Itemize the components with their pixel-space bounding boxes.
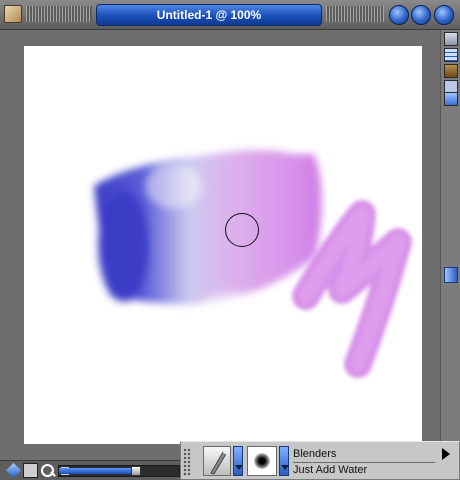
- zoom-icon[interactable]: [40, 463, 55, 478]
- grid-icon[interactable]: [444, 48, 458, 62]
- brush-selector-bar: Blenders Just Add Water: [180, 441, 460, 480]
- panel-divider: [293, 462, 435, 463]
- zoom-slider[interactable]: [58, 465, 180, 477]
- layers-icon[interactable]: [444, 64, 458, 78]
- minimize-icon[interactable]: [389, 5, 409, 25]
- brush-category-label[interactable]: Blenders: [293, 448, 336, 460]
- zoom-slider-fill: [59, 468, 134, 474]
- maximize-icon[interactable]: [411, 5, 431, 25]
- category-dropdown[interactable]: [233, 446, 243, 476]
- drawing-canvas[interactable]: [24, 46, 422, 444]
- app-icon[interactable]: [4, 5, 22, 23]
- scroll-thumb[interactable]: [444, 267, 458, 283]
- scroll-up-icon[interactable]: [444, 92, 458, 106]
- brush-strokes: [94, 150, 412, 378]
- brush-variant-icon[interactable]: [247, 446, 277, 476]
- variant-dropdown[interactable]: [279, 446, 289, 476]
- title-grip-left: [26, 6, 92, 22]
- expand-arrow-icon[interactable]: [442, 448, 450, 460]
- brush-variant-label[interactable]: Just Add Water: [293, 464, 367, 476]
- right-toolbar: [440, 30, 460, 460]
- layer-adjuster-icon[interactable]: [5, 462, 22, 479]
- title-bar[interactable]: Untitled-1 @ 100%: [0, 0, 460, 30]
- brush-category-icon[interactable]: [203, 446, 231, 476]
- zoom-slider-knob[interactable]: [131, 466, 141, 476]
- close-icon[interactable]: [434, 5, 454, 25]
- window-title: Untitled-1 @ 100%: [96, 4, 322, 26]
- page-icon[interactable]: [444, 32, 458, 46]
- brush-cursor: [225, 213, 259, 247]
- panel-grip[interactable]: [183, 448, 191, 476]
- title-grip-right: [326, 6, 384, 22]
- grabber-icon[interactable]: [23, 463, 38, 478]
- canvas-frame: [0, 30, 440, 460]
